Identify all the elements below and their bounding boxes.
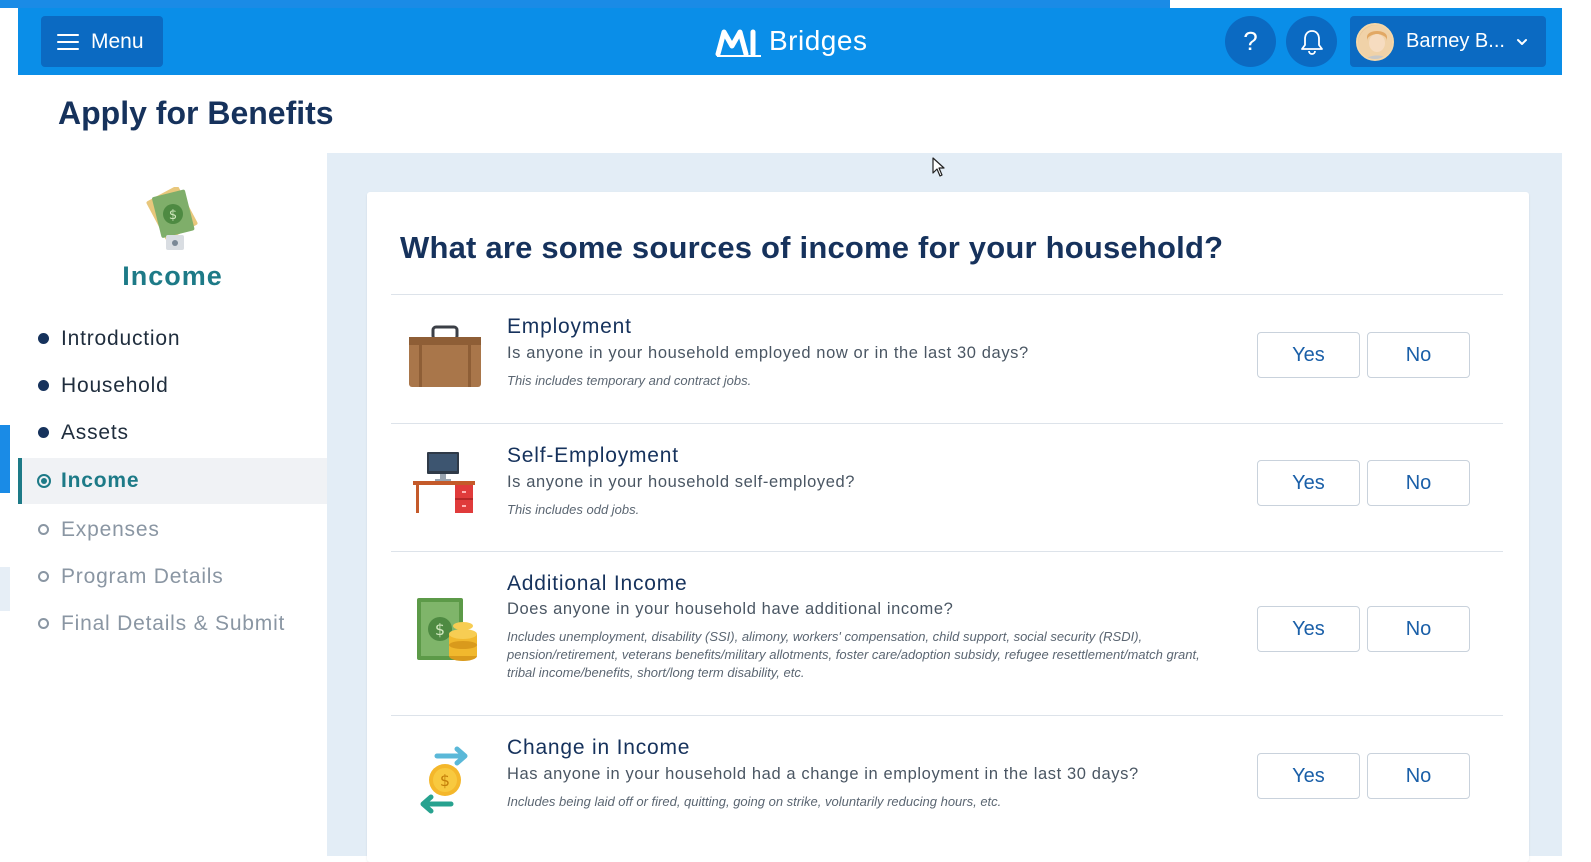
cash-coins-icon: $ [417, 598, 477, 661]
app-window: Menu Bridges ? Barney B... Apply for Ben… [0, 0, 1591, 862]
additional-income-yes-button[interactable]: Yes [1257, 606, 1360, 652]
pending-dot-icon [38, 571, 49, 582]
top-strip [0, 0, 1170, 8]
source-question: Has anyone in your household had a chang… [507, 765, 1139, 783]
question-heading: What are some sources of income for your… [400, 230, 1224, 265]
complete-dot-icon [38, 427, 49, 438]
no-label: No [1405, 471, 1432, 494]
mi-logo-icon [715, 29, 761, 57]
user-menu-button[interactable]: Barney B... [1350, 16, 1546, 67]
hamburger-icon [57, 33, 79, 50]
pending-dot-icon [38, 524, 49, 535]
nav-item-final-details[interactable]: Final Details & Submit [18, 600, 327, 647]
left-edge-accent [0, 425, 10, 493]
nav-item-label: Final Details & Submit [61, 611, 286, 635]
nav-item-assets[interactable]: Assets [18, 409, 327, 456]
brand-logo-link[interactable]: Bridges [715, 22, 867, 60]
help-button[interactable]: ? [1225, 16, 1276, 67]
section-heading: Income [122, 261, 223, 291]
source-title: Additional Income [507, 572, 688, 595]
employment-yes-button[interactable]: Yes [1257, 332, 1360, 378]
nav-item-income[interactable]: Income [18, 458, 327, 504]
nav-item-label: Household [61, 373, 169, 397]
yes-label: Yes [1292, 343, 1325, 366]
top-strip-gap [1170, 0, 1591, 8]
avatar [1356, 22, 1394, 61]
nav-item-household[interactable]: Household [18, 362, 327, 409]
nav-item-label: Program Details [61, 564, 224, 588]
yes-label: Yes [1292, 617, 1325, 640]
no-label: No [1405, 343, 1432, 366]
income-sources-card: What are some sources of income for your… [367, 192, 1529, 862]
nav-item-program-details[interactable]: Program Details [18, 553, 327, 600]
left-edge [0, 75, 10, 856]
current-step-icon [37, 474, 51, 488]
employment-no-button[interactable]: No [1367, 332, 1470, 378]
pending-dot-icon [38, 618, 49, 629]
desk-computer-icon [413, 452, 475, 513]
nav-item-label: Assets [61, 420, 129, 444]
source-question: Is anyone in your household self-employe… [507, 473, 856, 491]
help-icon: ? [1243, 26, 1258, 56]
yes-label: Yes [1292, 764, 1325, 787]
source-title: Employment [507, 315, 632, 338]
svg-text:$: $ [435, 620, 445, 639]
page-title: Apply for Benefits [58, 95, 334, 131]
mouse-pointer-icon [932, 157, 945, 177]
source-note: This includes odd jobs. [507, 502, 640, 517]
nav-item-label: Introduction [61, 326, 181, 350]
progress-nav: Introduction Household Assets Income Exp… [18, 315, 327, 647]
source-note: Includes being laid off or fired, quitti… [507, 794, 1002, 809]
main-content: What are some sources of income for your… [327, 153, 1562, 862]
self-employment-yes-button[interactable]: Yes [1257, 460, 1360, 506]
top-header: Menu Bridges ? Barney B... [18, 8, 1562, 75]
no-label: No [1405, 617, 1432, 640]
additional-income-no-button[interactable]: No [1367, 606, 1470, 652]
complete-dot-icon [38, 333, 49, 344]
svg-text:$: $ [440, 771, 450, 790]
coin-exchange-icon: $ [420, 746, 468, 814]
bell-icon [1300, 29, 1323, 55]
notifications-button[interactable] [1286, 16, 1337, 67]
user-name: Barney B... [1406, 30, 1505, 52]
nav-item-introduction[interactable]: Introduction [18, 315, 327, 362]
chevron-down-icon [1516, 38, 1527, 45]
income-source-change-in-income: $ Change in Income Has anyone in your ho… [391, 716, 1503, 846]
source-question: Does anyone in your household have addit… [507, 600, 954, 618]
source-title: Self-Employment [507, 444, 679, 467]
briefcase-icon [409, 325, 481, 387]
progress-sidebar: $ Income Introduction Household Assets I… [18, 153, 327, 856]
change-in-income-no-button[interactable]: No [1367, 753, 1470, 799]
income-source-self-employment: Self-Employment Is anyone in your househ… [391, 424, 1503, 552]
change-in-income-yes-button[interactable]: Yes [1257, 753, 1360, 799]
nav-item-label: Income [61, 469, 140, 492]
no-label: No [1405, 764, 1432, 787]
yes-label: Yes [1292, 471, 1325, 494]
nav-item-label: Expenses [61, 517, 160, 541]
left-edge-shade [0, 567, 10, 611]
svg-text:$: $ [169, 208, 177, 223]
self-employment-no-button[interactable]: No [1367, 460, 1470, 506]
menu-label: Menu [91, 29, 144, 53]
income-source-additional-income: $ Additional Income Does anyone in your … [391, 552, 1503, 715]
menu-button[interactable]: Menu [41, 16, 163, 67]
complete-dot-icon [38, 380, 49, 391]
source-title: Change in Income [507, 736, 691, 759]
brand-name: Bridges [769, 25, 868, 56]
income-source-employment: Employment Is anyone in your household e… [391, 295, 1503, 423]
money-hand-icon: $ [146, 187, 198, 250]
source-question: Is anyone in your household employed now… [507, 344, 1029, 362]
source-note: Includes unemployment, disability (SSI),… [507, 629, 1200, 680]
source-note: This includes temporary and contract job… [507, 373, 752, 388]
nav-item-expenses[interactable]: Expenses [18, 506, 327, 553]
